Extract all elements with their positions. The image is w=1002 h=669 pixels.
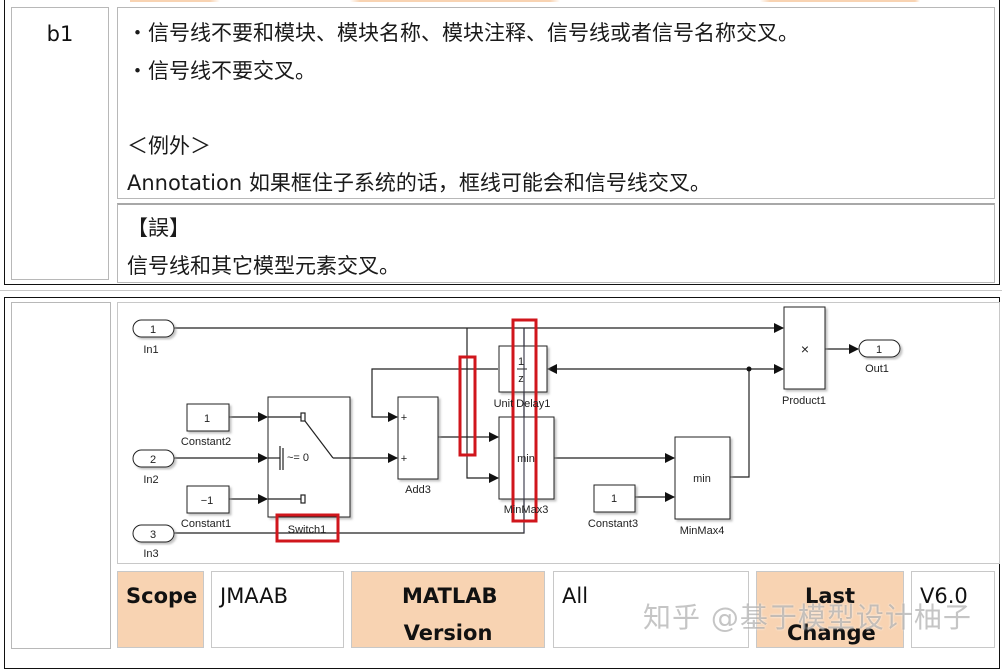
switch1-criteria: ~= 0 xyxy=(287,452,309,464)
in2-label: In2 xyxy=(143,474,158,486)
watermark: 知乎 @基于模型设计柚子 xyxy=(643,601,972,634)
switch1-label: Switch1 xyxy=(288,524,327,536)
in1-label: In1 xyxy=(143,344,158,356)
in3-label: In3 xyxy=(143,548,158,560)
minmax3-op: min xyxy=(517,453,535,465)
unit-delay-num: 1 xyxy=(518,356,524,368)
signal-minmax4-out xyxy=(730,369,750,478)
matlab-version-label: MATLAB Version xyxy=(351,571,545,648)
unit-delay-den: z xyxy=(518,373,524,385)
add3-label: Add3 xyxy=(405,484,431,496)
constant3-label: Constant3 xyxy=(588,518,638,530)
scope-value: JMAAB xyxy=(211,571,344,648)
add3-block xyxy=(397,396,439,480)
product-op: × xyxy=(801,341,809,357)
constant3-value: 1 xyxy=(611,493,617,505)
in2-value: 2 xyxy=(150,454,156,466)
in1-value: 1 xyxy=(150,324,156,336)
in3-value: 3 xyxy=(150,529,156,541)
minmax3-label: MinMax3 xyxy=(504,504,549,516)
constant2-label: Constant2 xyxy=(181,436,231,448)
product-label: Product1 xyxy=(782,395,826,407)
minmax4-label: MinMax4 xyxy=(680,525,725,537)
add3-sign-2: + xyxy=(401,453,407,465)
constant1-value: −1 xyxy=(201,495,214,507)
simulink-diagram: 1 In1 2 In2 3 In3 1 Constant2 −1 Constan… xyxy=(132,306,901,560)
minmax4-op: min xyxy=(693,473,711,485)
constant2-value: 1 xyxy=(204,413,210,425)
branch-point xyxy=(746,366,752,372)
out1-label: Out1 xyxy=(865,363,889,375)
out1-value: 1 xyxy=(876,344,882,356)
constant1-label: Constant1 xyxy=(181,518,231,530)
add3-sign-1: + xyxy=(401,412,407,424)
unit-delay-label: Unit Delay1 xyxy=(494,398,551,410)
scope-label: Scope xyxy=(117,571,204,648)
